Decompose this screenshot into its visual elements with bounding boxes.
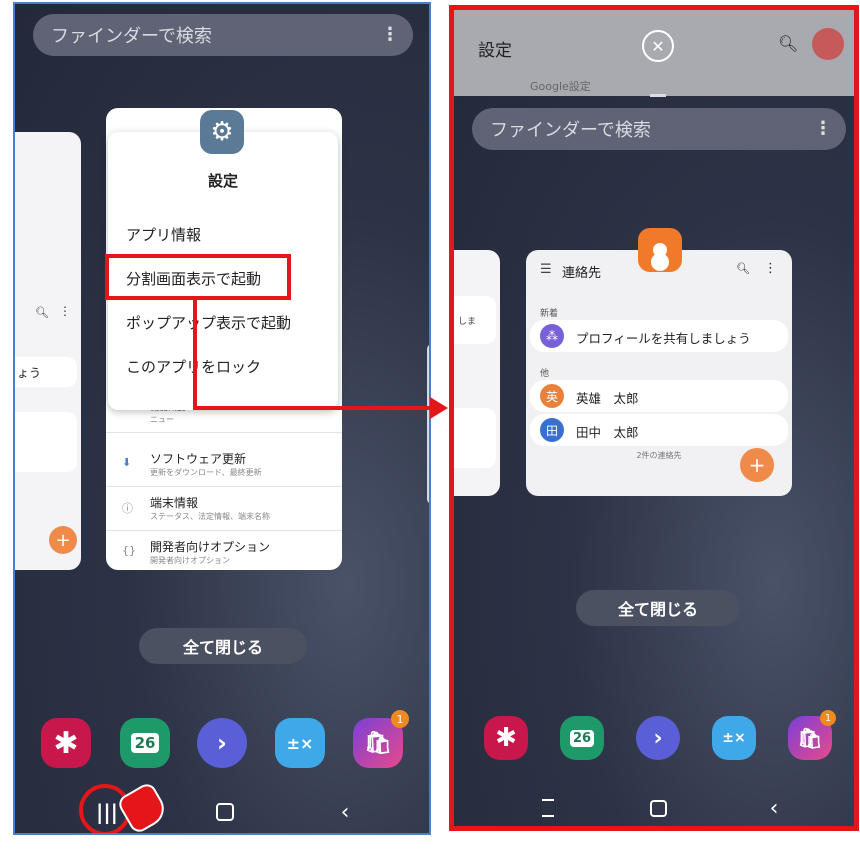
home-button[interactable] bbox=[207, 794, 243, 830]
recent-app-card-contacts[interactable]: ☰ 連絡先 🔍︎ ⋮ 新着 ⁂ プロフィールを共有しましょう 他 英 英雄 太郎… bbox=[526, 250, 792, 496]
home-icon bbox=[649, 799, 667, 817]
recent-app-card-contacts[interactable]: 🔍︎ ⋮ ょう + bbox=[15, 132, 81, 570]
flower-app-icon[interactable]: ✱ bbox=[484, 716, 528, 760]
flower-app-icon[interactable]: ✱ bbox=[41, 718, 91, 768]
partial-row-subtitle: ニュー bbox=[150, 415, 174, 424]
search-icon: 🔍︎ bbox=[35, 306, 49, 319]
calculator-icon[interactable]: ±× bbox=[712, 716, 756, 760]
contact-name: 田中 太郎 bbox=[576, 425, 639, 440]
split-top-pane: 設定 Google設定 ✕ 🔍︎ bbox=[454, 10, 854, 97]
left-phone-screen: ファインダーで検索 ⋮ 🔍︎ ⋮ ょう + 機能概要 ニュー ⬇ ソフトウェア更… bbox=[13, 2, 431, 835]
split-handle[interactable] bbox=[650, 94, 666, 97]
gear-icon: ⚙ bbox=[200, 110, 244, 154]
more-icon[interactable]: ⋮ bbox=[764, 261, 777, 276]
finder-placeholder: ファインダーで検索 bbox=[490, 120, 651, 141]
notification-badge: 1 bbox=[820, 710, 836, 726]
partial-contact-row: ょう bbox=[15, 357, 77, 387]
arrow-horizontal-line bbox=[193, 406, 433, 410]
calendar-day: 26 bbox=[130, 733, 160, 753]
add-contact-button[interactable]: + bbox=[49, 526, 77, 554]
partial-row-text: ょう bbox=[17, 366, 42, 380]
contacts-title: 連絡先 bbox=[562, 266, 602, 281]
calendar-day: 26 bbox=[569, 729, 595, 747]
developer-icon: {} bbox=[122, 544, 136, 557]
partial-row-2 bbox=[454, 408, 496, 468]
row-subtitle: 開発者向けオプション bbox=[150, 556, 230, 565]
hamburger-icon[interactable]: ☰ bbox=[540, 262, 552, 277]
back-button[interactable]: ‹ bbox=[756, 792, 792, 824]
close-all-button[interactable]: 全て閉じる bbox=[139, 628, 307, 664]
context-menu-title: 設定 bbox=[207, 172, 238, 190]
section-other-label: 他 bbox=[540, 369, 550, 379]
person-icon bbox=[653, 243, 667, 257]
partial-contact-row-2 bbox=[15, 412, 77, 472]
contact-avatar: 英 bbox=[540, 384, 564, 408]
recents-button[interactable] bbox=[530, 792, 566, 824]
recent-app-card-partial[interactable]: しま bbox=[454, 250, 500, 496]
partial-row: しま bbox=[454, 296, 496, 344]
chevron-app-icon[interactable]: › bbox=[197, 718, 247, 768]
home-icon bbox=[216, 803, 234, 821]
more-options-icon[interactable]: ⋮ bbox=[381, 24, 399, 45]
share-profile-text: プロフィールを共有しましょう bbox=[576, 331, 751, 346]
close-split-icon[interactable]: ✕ bbox=[642, 30, 674, 62]
add-contact-button[interactable]: + bbox=[740, 448, 774, 482]
profile-avatar[interactable] bbox=[812, 28, 844, 60]
calendar-icon[interactable]: 26 bbox=[560, 716, 604, 760]
menu-item-popup-view[interactable]: ポップアップ表示で起動 bbox=[126, 312, 291, 333]
right-phone-screen: 設定 Google設定 ✕ 🔍︎ ファインダーで検索 ⋮ しま ☰ 連絡先 🔍︎… bbox=[449, 5, 859, 831]
search-icon[interactable]: 🔍︎ bbox=[736, 262, 750, 275]
arrow-vertical-line bbox=[193, 296, 197, 410]
share-profile-row[interactable]: ⁂ プロフィールを共有しましょう bbox=[530, 320, 788, 352]
back-button[interactable]: ‹ bbox=[327, 794, 363, 830]
row-title: ソフトウェア更新 bbox=[150, 452, 247, 466]
section-new-label: 新着 bbox=[540, 309, 559, 319]
contact-row[interactable]: 英 英雄 太郎 bbox=[530, 380, 788, 412]
contacts-app-icon bbox=[638, 228, 682, 272]
search-icon[interactable]: 🔍︎ bbox=[778, 34, 798, 53]
row-subtitle: ステータス、法定情報、端末名称 bbox=[150, 512, 270, 521]
close-all-button[interactable]: 全て閉じる bbox=[576, 590, 740, 626]
row-subtitle: 更新をダウンロード、最終更新 bbox=[150, 468, 262, 477]
recents-icon bbox=[542, 799, 554, 817]
finder-placeholder: ファインダーで検索 bbox=[51, 26, 212, 47]
highlight-box bbox=[105, 254, 291, 300]
info-icon: ⓘ bbox=[122, 502, 133, 515]
notification-badge: 1 bbox=[391, 710, 409, 728]
contact-name: 英雄 太郎 bbox=[576, 391, 639, 406]
arrow-head bbox=[430, 397, 448, 419]
row-title: 端末情報 bbox=[150, 496, 199, 510]
settings-row-developer-options[interactable]: {} 開発者向けオプション 開発者向けオプション bbox=[106, 532, 342, 570]
recent-app-card-peek bbox=[427, 344, 429, 504]
contact-row[interactable]: 田 田中 太郎 bbox=[530, 414, 788, 446]
menu-item-app-info[interactable]: アプリ情報 bbox=[126, 224, 201, 245]
profile-share-icon: ⁂ bbox=[540, 324, 564, 348]
settings-row-device-info[interactable]: ⓘ 端末情報 ステータス、法定情報、端末名称 bbox=[106, 488, 342, 531]
finder-search-bar[interactable]: ファインダーで検索 ⋮ bbox=[33, 14, 413, 56]
chevron-app-icon[interactable]: › bbox=[636, 716, 680, 760]
top-pane-subtitle: Google設定 bbox=[530, 80, 591, 93]
calendar-icon[interactable]: 26 bbox=[120, 718, 170, 768]
home-button[interactable] bbox=[640, 792, 676, 824]
finder-search-bar[interactable]: ファインダーで検索 ⋮ bbox=[472, 108, 846, 150]
contact-avatar: 田 bbox=[540, 418, 564, 442]
row-title: 開発者向けオプション bbox=[150, 540, 271, 554]
calculator-icon[interactable]: ±× bbox=[275, 718, 325, 768]
software-update-icon: ⬇ bbox=[122, 456, 132, 469]
more-options-icon[interactable]: ⋮ bbox=[814, 118, 832, 139]
partial-row-text: しま bbox=[458, 317, 477, 327]
settings-row-software-update[interactable]: ⬇ ソフトウェア更新 更新をダウンロード、最終更新 bbox=[106, 444, 342, 487]
more-icon: ⋮ bbox=[59, 304, 71, 318]
top-pane-title: 設定 bbox=[478, 41, 512, 61]
